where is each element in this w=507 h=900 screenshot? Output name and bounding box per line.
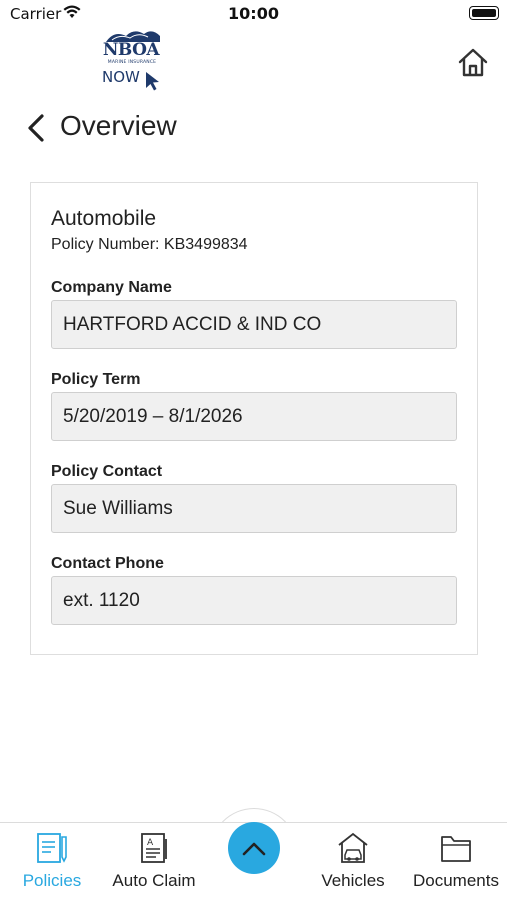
battery-icon	[469, 6, 499, 20]
chevron-left-icon	[28, 114, 44, 142]
page-title: Overview	[60, 110, 177, 141]
policy-contact-label: Policy Contact	[51, 463, 163, 480]
vehicles-icon	[336, 831, 370, 869]
tab-policies-label: Policies	[22, 871, 82, 890]
policy-term-label: Policy Term	[51, 371, 141, 388]
tab-documents-label: Documents	[413, 871, 499, 890]
home-icon	[458, 48, 488, 77]
logo-now-text: NOW	[102, 68, 140, 86]
center-expand-button[interactable]	[228, 822, 280, 874]
contact-phone-label: Contact Phone	[51, 555, 164, 572]
chevron-up-icon	[242, 842, 266, 856]
policy-card: Automobile Policy Number: KB3499834 Comp…	[30, 182, 478, 655]
policy-type: Automobile	[51, 207, 157, 230]
tab-vehicles-label: Vehicles	[321, 871, 385, 890]
auto-claim-icon: A	[137, 831, 171, 869]
logo-brand-text: NBOA	[102, 40, 160, 60]
company-name-field: HARTFORD ACCID & IND CO	[51, 300, 457, 349]
contact-phone-field[interactable]: ext. 1120	[51, 576, 457, 625]
home-button[interactable]	[456, 46, 490, 80]
svg-text:A: A	[147, 838, 154, 848]
policies-icon	[35, 831, 69, 869]
tab-documents[interactable]: Documents	[406, 823, 506, 900]
back-button[interactable]	[22, 112, 50, 144]
tab-auto-claim-label: Auto Claim	[112, 871, 196, 890]
tab-policies[interactable]: Policies	[14, 823, 90, 900]
logo-tagline: MARINE INSURANCE	[107, 60, 157, 65]
policy-number: Policy Number: KB3499834	[51, 236, 248, 253]
policy-term-field: 5/20/2019 – 8/1/2026	[51, 392, 457, 441]
status-bar: Carrier 10:00	[0, 0, 507, 28]
nboa-now-logo: NBOA MARINE INSURANCE NOW	[100, 28, 166, 94]
policy-contact-field: Sue Williams	[51, 484, 457, 533]
status-time: 10:00	[228, 4, 279, 23]
documents-icon	[439, 831, 473, 869]
tab-auto-claim[interactable]: A Auto Claim	[104, 823, 204, 900]
company-name-label: Company Name	[51, 279, 172, 296]
tab-vehicles[interactable]: Vehicles	[314, 823, 392, 900]
